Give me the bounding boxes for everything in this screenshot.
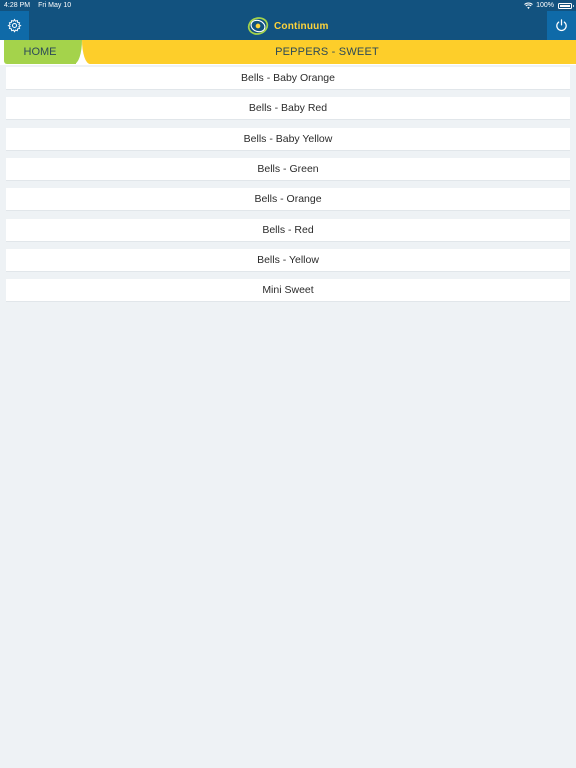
status-left: 4:28 PM Fri May 10	[4, 0, 71, 11]
gear-icon	[7, 18, 22, 33]
list-item-label: Bells - Orange	[254, 193, 322, 205]
power-button[interactable]	[547, 11, 576, 40]
settings-button[interactable]	[0, 11, 29, 40]
list-item[interactable]: Bells - Orange	[6, 188, 570, 211]
continuum-logo-icon	[247, 17, 269, 35]
list-item-label: Bells - Yellow	[257, 254, 319, 266]
list-item[interactable]: Bells - Baby Red	[6, 97, 570, 120]
list-item[interactable]: Bells - Red	[6, 219, 570, 242]
section-tab: PEPPERS - SWEET	[82, 40, 576, 64]
list-item[interactable]: Mini Sweet	[6, 279, 570, 302]
status-time: 4:28 PM	[4, 2, 31, 9]
app-header: Continuum	[0, 11, 576, 40]
list-item-label: Mini Sweet	[262, 284, 314, 296]
list-item-label: Bells - Baby Red	[248, 102, 328, 114]
section-title: PEPPERS - SWEET	[275, 46, 379, 58]
app-name: Continuum	[274, 20, 329, 32]
list-item-label: Bells - Baby Yellow	[243, 133, 333, 145]
wifi-icon	[524, 2, 533, 9]
home-tab[interactable]: HOME	[4, 40, 82, 64]
status-bar: 4:28 PM Fri May 10 100%	[0, 0, 576, 11]
breadcrumb: HOME PEPPERS - SWEET	[0, 40, 576, 65]
list-item[interactable]: Bells - Baby Yellow	[6, 128, 570, 151]
status-date: Fri May 10	[38, 2, 72, 9]
battery-icon	[558, 2, 574, 9]
list-item-label: Bells - Red	[262, 224, 314, 236]
power-icon	[556, 19, 567, 32]
list-item[interactable]: Bells - Baby Orange	[6, 67, 570, 90]
status-right: 100%	[524, 0, 574, 11]
battery-percent: 100%	[536, 2, 554, 9]
home-tab-label: HOME	[23, 46, 57, 58]
list-item-label: Bells - Green	[257, 163, 319, 175]
app-root: 4:28 PM Fri May 10 100% Continuum HOME P…	[0, 0, 576, 768]
list-item[interactable]: Bells - Green	[6, 158, 570, 181]
list-item-label: Bells - Baby Orange	[241, 72, 335, 84]
list-item[interactable]: Bells - Yellow	[6, 249, 570, 272]
brand: Continuum	[246, 15, 329, 37]
